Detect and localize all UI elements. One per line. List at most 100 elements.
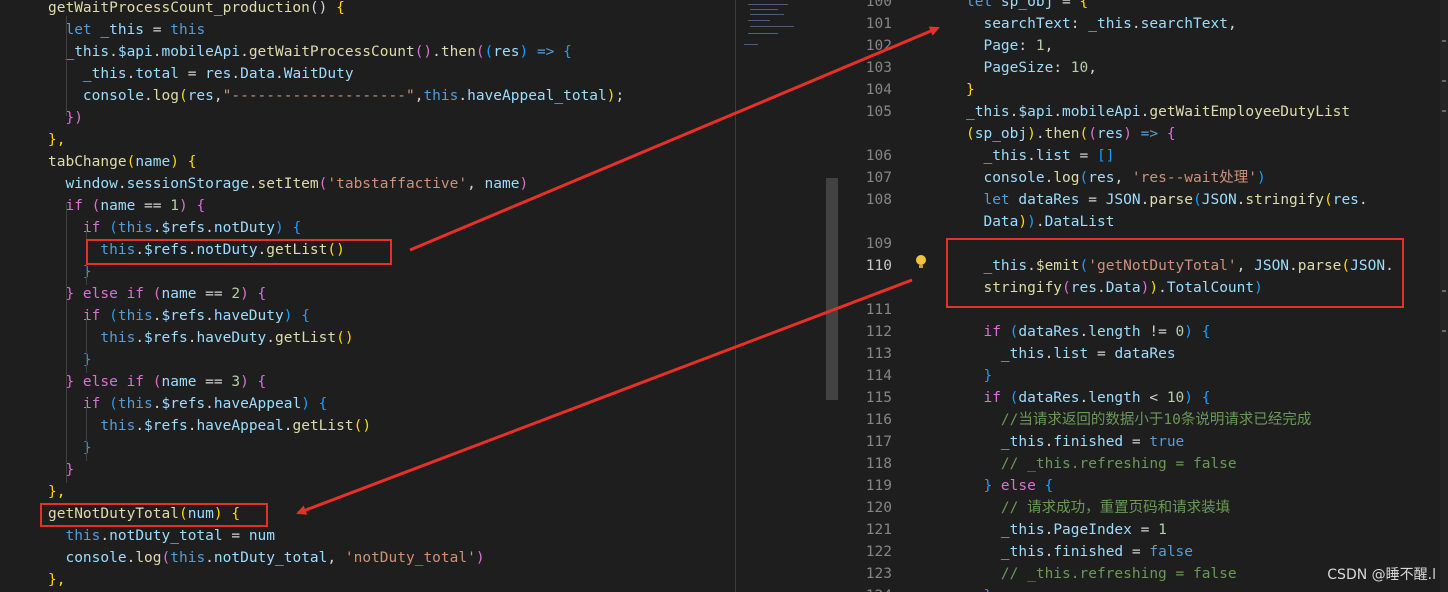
code-token: ( — [1088, 126, 1097, 142]
left-pane-scrollbar-thumb[interactable] — [826, 178, 838, 400]
code-line[interactable]: // _this.refreshing = false — [966, 563, 1237, 585]
code-line[interactable]: let sp_obj = { — [966, 0, 1088, 13]
code-line[interactable]: Data)).DataList — [966, 211, 1114, 233]
code-token: ) — [475, 550, 485, 566]
code-token: res — [1088, 170, 1115, 186]
code-token: () — [336, 330, 354, 346]
code-token: dataRes — [1018, 192, 1080, 208]
code-line[interactable]: console.log(res, 'res--wait处理') — [966, 167, 1265, 189]
minimap[interactable] — [738, 0, 820, 60]
code-line[interactable]: let _this = this — [48, 19, 205, 41]
code-token: [] — [1096, 148, 1115, 164]
code-line[interactable]: } else if (name == 2) { — [48, 283, 266, 305]
code-line[interactable]: _this.finished = true — [966, 431, 1184, 453]
code-token: , — [1114, 170, 1132, 186]
code-token: . — [135, 418, 145, 434]
line-number: 113 — [865, 346, 892, 362]
code-token: length — [1088, 324, 1141, 340]
code-token: , — [1044, 38, 1054, 54]
code-line[interactable]: } — [48, 459, 74, 481]
ruler-mark — [1442, 290, 1446, 292]
code-line[interactable]: console.log(res,"--------------------",t… — [48, 85, 624, 107]
code-line[interactable]: }, — [48, 129, 65, 151]
code-token: . — [1044, 170, 1054, 186]
code-line[interactable]: _this.total = res.Data.WaitDuty — [48, 63, 354, 85]
line-number: 117 — [865, 434, 892, 450]
code-token: true — [1149, 434, 1185, 450]
code-line[interactable]: _this.finished = false — [966, 541, 1193, 563]
code-token: name — [135, 154, 171, 170]
code-line[interactable]: this.$refs.haveAppeal.getList() — [48, 415, 371, 437]
code-line[interactable]: console.log(this.notDuty_total, 'notDuty… — [48, 547, 485, 569]
code-line[interactable]: } else if (name == 3) { — [48, 371, 266, 393]
code-line[interactable]: _this.list = dataRes — [966, 343, 1176, 365]
code-token: "--------------------" — [222, 88, 415, 104]
code-token: _this — [966, 346, 1045, 362]
code-line[interactable]: tabChange(name) { — [48, 151, 196, 173]
code-line[interactable]: // 请求成功，重置页码和请求装填 — [966, 497, 1230, 519]
code-line[interactable]: // _this.refreshing = false — [966, 453, 1237, 475]
code-line[interactable]: } else { — [966, 475, 1053, 497]
code-token: this — [117, 220, 153, 236]
code-line[interactable]: window.sessionStorage.setItem('tabstaffa… — [48, 173, 528, 195]
code-token: { — [1201, 390, 1211, 406]
code-token: 10 — [1166, 390, 1185, 406]
lightbulb-icon[interactable] — [916, 255, 926, 268]
code-line[interactable]: this.$refs.haveDuty.getList() — [48, 327, 354, 349]
code-token: if — [48, 220, 110, 236]
code-line[interactable]: if (dataRes.length < 10) { — [966, 387, 1211, 409]
code-token: . — [152, 44, 162, 60]
code-line[interactable]: _this.$api.mobileApi.getWaitProcessCount… — [48, 41, 571, 63]
code-line[interactable]: }, — [48, 481, 65, 503]
code-token: ( — [161, 550, 171, 566]
code-token: = — [222, 528, 249, 544]
minimap-line — [748, 33, 778, 34]
code-token: dataRes — [1018, 390, 1080, 406]
code-line[interactable]: Page: 1, — [966, 35, 1053, 57]
right-pane-overview-ruler[interactable] — [1440, 0, 1448, 592]
code-line[interactable]: this.notDuty_total = num — [48, 525, 275, 547]
code-token: , — [1227, 16, 1237, 32]
code-token: _this — [966, 522, 1045, 538]
code-line[interactable]: if (dataRes.length != 0) { — [966, 321, 1210, 343]
code-token: // _this.refreshing = false — [966, 566, 1237, 582]
code-line[interactable]: }, — [48, 569, 65, 591]
code-line[interactable]: if (name == 1) { — [48, 195, 205, 217]
code-token: ( — [1193, 192, 1202, 208]
code-line[interactable]: let dataRes = JSON.parse(JSON.stringify(… — [966, 189, 1367, 211]
pane-divider[interactable] — [735, 0, 736, 592]
code-token: let — [966, 192, 1019, 208]
code-token: ) — [1018, 214, 1028, 230]
code-line[interactable]: PageSize: 10, — [966, 57, 1097, 79]
code-token: _this — [1088, 16, 1132, 32]
code-token: haveDuty — [213, 308, 284, 324]
code-line[interactable]: //当请求返回的数据小于10条说明请求已经完成 — [966, 409, 1311, 431]
code-token: . — [1044, 346, 1054, 362]
code-token: . — [1035, 214, 1045, 230]
code-line[interactable]: if (this.$refs.haveDuty) { — [48, 305, 310, 327]
code-token: . — [266, 330, 276, 346]
code-line[interactable]: _this.$api.mobileApi.getWaitEmployeeDuty… — [966, 101, 1350, 123]
code-token: ( — [1079, 126, 1089, 142]
code-line[interactable]: } — [966, 585, 992, 592]
code-token: ) — [1184, 390, 1202, 406]
code-token: name — [161, 374, 197, 390]
line-number: 107 — [865, 170, 892, 186]
code-line[interactable]: } — [966, 79, 975, 101]
code-token: res — [1332, 192, 1359, 208]
code-line[interactable]: searchText: _this.searchText, — [966, 13, 1237, 35]
code-token: ( — [152, 374, 162, 390]
code-line[interactable]: _this.list = [] — [966, 145, 1114, 167]
code-line[interactable]: getWaitProcessCount_production() { — [48, 0, 345, 19]
code-line[interactable]: (sp_obj).then((res) => { — [966, 123, 1176, 145]
code-line[interactable]: } — [966, 365, 992, 387]
code-token: . — [144, 88, 153, 104]
code-line[interactable]: _this.PageIndex = 1 — [966, 519, 1167, 541]
line-number: 124 — [840, 585, 892, 592]
line-number: 108 — [865, 192, 892, 208]
code-token: . — [240, 44, 249, 60]
code-token: $refs — [161, 308, 206, 324]
code-line[interactable]: if (this.$refs.haveAppeal) { — [48, 393, 328, 415]
code-token: = — [1123, 434, 1150, 450]
code-token: else if — [82, 374, 153, 390]
